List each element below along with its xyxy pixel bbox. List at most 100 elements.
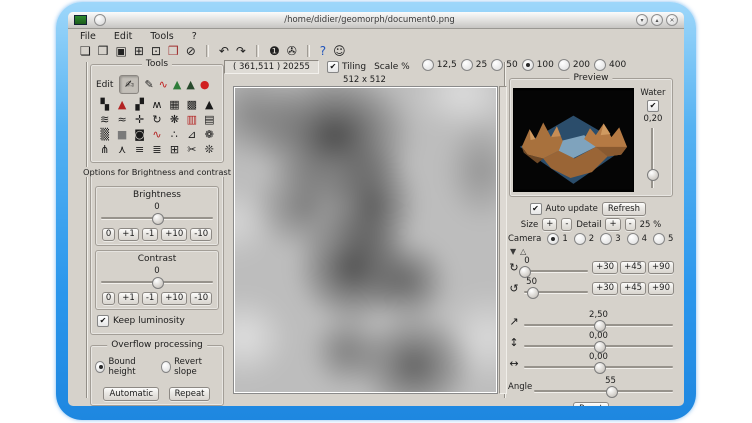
checker-invert-icon[interactable]: ▞ (133, 98, 147, 112)
fold-icon[interactable]: ⋏ (115, 143, 129, 157)
pan-vertical-slider[interactable]: 0,00 (523, 332, 674, 352)
crack-branch-icon[interactable]: ⋔ (98, 143, 112, 157)
overflow-radio[interactable] (161, 361, 171, 373)
size-minus-button[interactable]: - (561, 218, 572, 231)
heightfield-canvas[interactable] (235, 88, 496, 392)
titlebar-shade-button[interactable] (94, 14, 106, 26)
red-columns-icon[interactable]: ▥ (185, 113, 199, 127)
size-plus-button[interactable]: + (542, 218, 557, 231)
quad-lines-icon[interactable]: ≣ (150, 143, 164, 157)
close-button[interactable]: ✕ (666, 14, 678, 26)
overflow-option-bound-height[interactable]: Bound height (95, 357, 157, 377)
contrast-slider[interactable] (100, 277, 214, 288)
draw-tool-button[interactable]: ✍ (119, 75, 139, 94)
scale-option-25[interactable]: 25 (461, 59, 487, 71)
contrast-0-button[interactable]: 0 (102, 292, 115, 305)
red-peak-icon[interactable]: ▲ (115, 98, 129, 112)
angle-slider-handle[interactable] (606, 386, 618, 398)
overflow-radio[interactable] (95, 361, 105, 373)
brightness-slider-handle[interactable] (152, 213, 164, 225)
rotate-plus45-button[interactable]: +45 (620, 282, 646, 295)
dither-icon[interactable]: ▒ (98, 128, 112, 142)
rotate-icon[interactable]: ↻ (150, 113, 164, 127)
fractal-waves-icon[interactable]: ∿ (159, 78, 168, 91)
scale-radio[interactable] (461, 59, 473, 71)
water-slider-handle[interactable] (647, 169, 659, 181)
triple-lines-icon[interactable]: ≡ (133, 143, 147, 157)
menu-help[interactable]: ? (190, 31, 199, 42)
snowflake-icon[interactable]: ❋ (167, 113, 181, 127)
camera-option-5[interactable]: 5 (653, 233, 673, 245)
new-document-icon[interactable]: ❏ (80, 44, 91, 58)
canvas-vertical-scrollbar[interactable] (499, 86, 507, 394)
detail-minus-button[interactable]: - (625, 218, 636, 231)
mountain-icon[interactable]: ▲ (202, 98, 216, 112)
slider-handle[interactable] (594, 362, 606, 374)
rotate-plus30-button[interactable]: +30 (592, 282, 618, 295)
menu-tools[interactable]: Tools (148, 31, 175, 42)
tiling-checkbox-box[interactable]: ✔ (327, 61, 339, 73)
undo-icon[interactable]: ↶ (219, 44, 229, 58)
checker-merge-icon[interactable]: ▚ (98, 98, 112, 112)
automatic-button[interactable]: Automatic (103, 387, 159, 401)
multi-wave-icon[interactable]: ʍ (150, 98, 164, 112)
scale-radio[interactable] (558, 59, 570, 71)
camera-option-4[interactable]: 4 (627, 233, 647, 245)
brightness--1-button[interactable]: -1 (142, 228, 158, 241)
keep-luminosity-checkbox[interactable]: ✔ (97, 315, 109, 327)
pan-horizontal-slider[interactable]: 0,00 (523, 353, 674, 373)
camera-radio[interactable] (653, 233, 665, 245)
camera-radio[interactable] (574, 233, 586, 245)
move-cross-icon[interactable]: ✛ (133, 113, 147, 127)
info-icon[interactable]: ❶ (269, 44, 280, 58)
camera-option-2[interactable]: 2 (574, 233, 594, 245)
brightness-plus1-button[interactable]: +1 (118, 228, 139, 241)
slope-triangle-icon[interactable]: ⊿ (185, 128, 199, 142)
minimize-button[interactable]: ▾ (636, 14, 648, 26)
terrain-preview-image[interactable] (513, 88, 634, 192)
brightness-0-button[interactable]: 0 (102, 228, 115, 241)
scissors-icon[interactable]: ✂ (185, 143, 199, 157)
detail-plus-button[interactable]: + (605, 218, 620, 231)
glow-square-icon[interactable]: ◙ (133, 128, 147, 142)
net-icon[interactable]: ⊞ (167, 143, 181, 157)
camera-radio[interactable] (600, 233, 612, 245)
brightness--10-button[interactable]: -10 (190, 228, 212, 241)
terrain-green-icon[interactable]: ▲ (173, 78, 181, 91)
auto-update-checkbox[interactable]: ✔ (530, 203, 542, 215)
rotate-y-axis-slider[interactable]: 0 (523, 257, 589, 277)
redo-icon[interactable]: ↷ (236, 44, 246, 58)
scale-option-100[interactable]: 100 (522, 59, 554, 71)
scale-option-400[interactable]: 400 (594, 59, 626, 71)
city-blocks-icon[interactable]: ▦ (167, 98, 181, 112)
slider-handle[interactable] (527, 287, 539, 299)
scale-radio[interactable] (491, 59, 503, 71)
scale-radio[interactable] (422, 59, 434, 71)
rotate-plus30-button[interactable]: +30 (592, 261, 618, 274)
scale-radio[interactable] (522, 59, 534, 71)
open-document-icon[interactable]: ❒ (98, 44, 109, 58)
contrast--1-button[interactable]: -1 (142, 292, 158, 305)
water-slider[interactable] (647, 127, 658, 189)
rotate-plus90-button[interactable]: +90 (648, 282, 674, 295)
maximize-button[interactable]: ▴ (651, 14, 663, 26)
rotate-plus90-button[interactable]: +90 (648, 261, 674, 274)
distance-slider[interactable]: 2,50 (523, 311, 674, 331)
tilt-down-button[interactable]: ▼ (510, 247, 516, 256)
document-options-icon[interactable]: ⊡ (151, 44, 161, 58)
contrast-plus10-button[interactable]: +10 (161, 292, 187, 305)
contrast-slider-handle[interactable] (152, 277, 164, 289)
rotate-x-axis-slider[interactable]: 50 (523, 278, 589, 298)
menu-edit[interactable]: Edit (112, 31, 134, 42)
terrain-dark-icon[interactable]: ▲ (186, 78, 194, 91)
scatter-dots-icon[interactable]: ∴ (167, 128, 181, 142)
camera-option-3[interactable]: 3 (600, 233, 620, 245)
rotate-plus45-button[interactable]: +45 (620, 261, 646, 274)
menu-file[interactable]: File (78, 31, 98, 42)
double-wave-icon[interactable]: ≈ (115, 113, 129, 127)
pane-divider-left[interactable] (86, 62, 88, 398)
grid-rows-icon[interactable]: ▤ (202, 113, 216, 127)
celtic-knot-icon[interactable]: ❊ (202, 143, 216, 157)
repeat-button[interactable]: Repeat (169, 387, 211, 401)
save-icon[interactable]: ▣ (116, 44, 127, 58)
